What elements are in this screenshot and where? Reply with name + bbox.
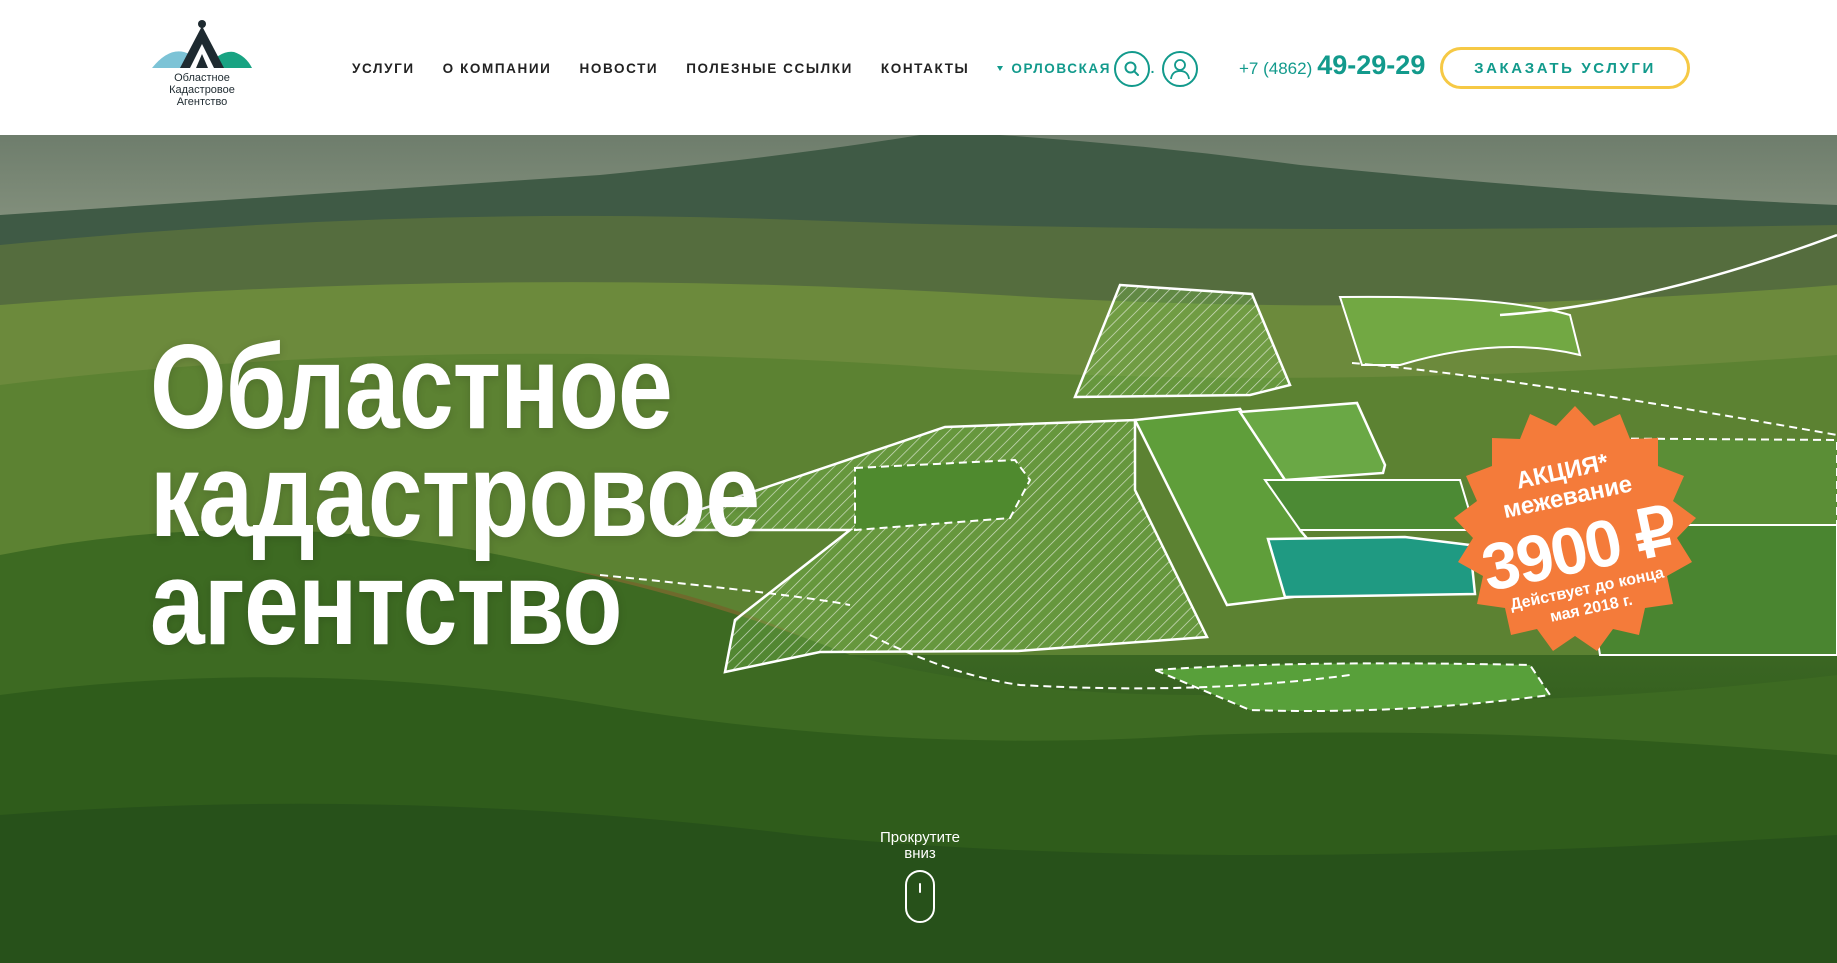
hero-title: Областное кадастровое агентство [150,320,760,670]
scroll-hint-line-2: вниз [904,845,936,862]
main-nav: УСЛУГИ О КОМПАНИИ НОВОСТИ ПОЛЕЗНЫЕ ССЫЛК… [352,58,1156,78]
phone-code: +7 (4862) [1239,59,1313,78]
phone-main: 49-29-29 [1317,50,1426,80]
logo-line-3: Агентство [176,96,228,108]
hero-title-line-2: кадастровое [150,428,760,562]
logo-line-1: Областное [174,72,230,84]
mouse-scroll-icon[interactable] [905,870,935,923]
logo[interactable]: Областное Кадастровое Агентство [150,18,254,118]
nav-services[interactable]: УСЛУГИ [352,61,415,76]
search-button[interactable] [1114,51,1150,87]
caret-down-icon [997,65,1004,71]
nav-about[interactable]: О КОМПАНИИ [443,61,552,76]
logo-line-2: Кадастровое [169,84,235,96]
site-header: Областное Кадастровое Агентство УСЛУГИ О… [0,0,1837,135]
logo-mountain-icon [152,20,252,68]
user-icon [1170,59,1190,80]
hero-title-line-3: агентство [150,536,622,670]
promo-badge[interactable]: АКЦИЯ* межевание 3900 ₽ Действует до кон… [1450,407,1700,657]
nav-contacts[interactable]: КОНТАКТЫ [881,61,969,76]
scroll-down-hint[interactable]: Прокрутите вниз [860,830,980,862]
order-services-button[interactable]: ЗАКАЗАТЬ УСЛУГИ [1440,47,1690,89]
phone-number[interactable]: +7 (4862) 49-29-29 [1239,50,1425,81]
nav-news[interactable]: НОВОСТИ [580,61,659,76]
mouse-wheel [919,883,921,893]
account-button[interactable] [1162,51,1198,87]
hero-section: Областное кадастровое агентство АКЦИЯ* м… [0,135,1837,963]
hero-title-line-1: Областное [150,320,673,454]
nav-links[interactable]: ПОЛЕЗНЫЕ ССЫЛКИ [686,61,853,76]
search-icon [1124,61,1139,76]
scroll-hint-line-1: Прокрутите [880,829,960,846]
